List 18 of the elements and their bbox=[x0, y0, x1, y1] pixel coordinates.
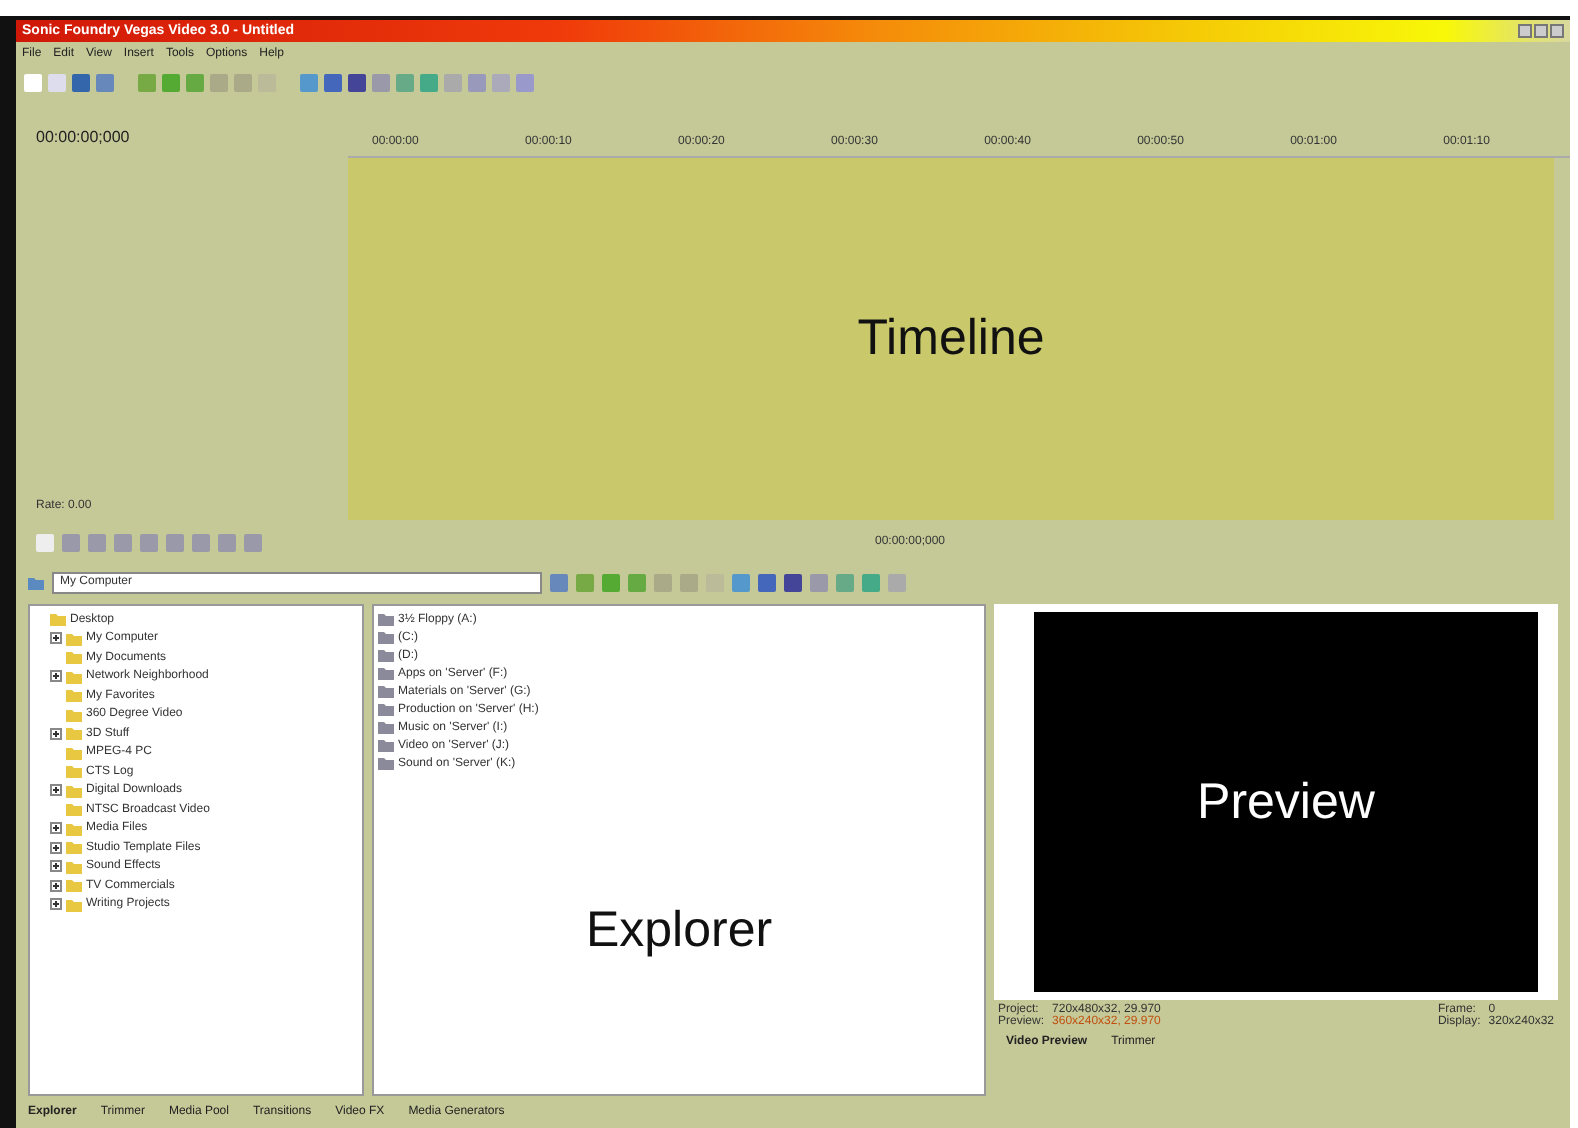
minimize-button[interactable] bbox=[1518, 24, 1532, 38]
timeline-label: Timeline bbox=[857, 310, 1045, 368]
preview-label: Preview bbox=[1197, 773, 1375, 831]
computer-icon bbox=[28, 575, 44, 589]
expand-icon[interactable] bbox=[50, 879, 62, 892]
expand-icon[interactable] bbox=[50, 784, 62, 797]
close-button[interactable] bbox=[1550, 24, 1564, 38]
expand-icon[interactable] bbox=[50, 841, 62, 854]
explorer-label: Explorer bbox=[585, 902, 773, 960]
timeline-area[interactable]: Timeline bbox=[348, 158, 1554, 520]
maximize-button[interactable] bbox=[1534, 24, 1548, 38]
expand-icon[interactable] bbox=[50, 632, 62, 645]
expand-icon[interactable] bbox=[50, 860, 62, 873]
timecode: 00:00:00;000 bbox=[36, 128, 132, 146]
expand-icon[interactable] bbox=[50, 822, 62, 835]
expand-icon[interactable] bbox=[50, 898, 62, 911]
expand-icon[interactable] bbox=[50, 727, 62, 740]
expand-icon[interactable] bbox=[50, 670, 62, 683]
